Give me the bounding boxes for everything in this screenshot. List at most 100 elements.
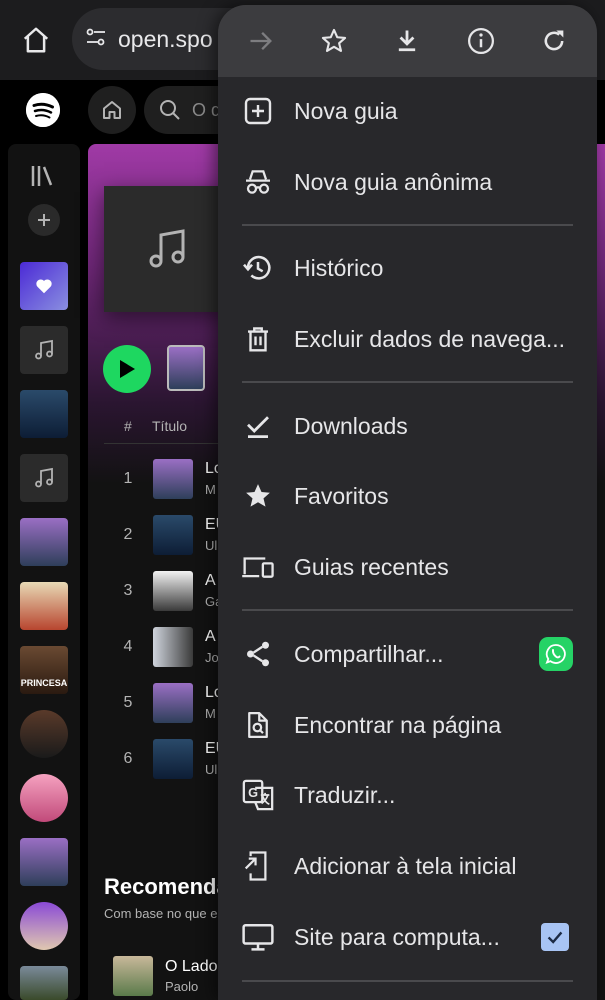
menu-divider [242,980,573,982]
desktop-icon [240,919,276,955]
menu-item-desktop-site[interactable]: Site para computa... [218,902,597,972]
home-icon[interactable] [18,22,54,58]
playlist-cover [104,186,230,312]
track-number: 5 [123,694,133,711]
recommended-subtitle: Com base no que e [104,906,218,921]
menu-item-label: Nova guia [294,97,398,124]
track-art [153,571,193,611]
menu-item-label: Site para computa... [294,923,500,950]
desktop-site-checkbox[interactable] [541,923,569,951]
menu-item-history[interactable]: Histórico [218,233,597,303]
track-art [153,739,193,779]
menu-item-incognito-tab[interactable]: Nova guia anônima [218,147,597,217]
track-number: 3 [123,582,133,599]
liked-songs-thumb[interactable] [20,262,68,310]
history-icon [240,250,276,286]
menu-item-clear-data[interactable]: Excluir dados de navega... [218,304,597,374]
playlist-thumb[interactable] [20,326,68,374]
menu-item-label: Histórico [294,254,384,281]
track-art [153,627,193,667]
album-thumb[interactable] [20,390,68,438]
album-thumb[interactable] [20,838,68,886]
playlist-thumb[interactable] [20,454,68,502]
menu-item-label: Favoritos [294,482,389,509]
menu-item-bookmarks[interactable]: Favoritos [218,461,597,531]
bookmark-star-icon[interactable] [310,17,358,65]
menu-item-label: Excluir dados de navega... [294,325,566,352]
track-art [153,515,193,555]
reload-icon[interactable] [530,17,578,65]
menu-item-share[interactable]: Compartilhar... [218,619,597,689]
plus-icon [38,214,50,226]
album-thumb[interactable] [20,582,68,630]
star-icon [240,478,276,514]
whatsapp-icon[interactable] [539,637,573,671]
album-thumb[interactable] [20,966,68,1000]
spotify-logo-icon[interactable] [26,93,60,127]
music-note-icon [35,339,53,360]
search-placeholder: O q [192,99,222,120]
track-row[interactable]: 1 Lo M [104,454,224,510]
track-art [153,459,193,499]
menu-item-downloads[interactable]: Downloads [218,391,597,461]
recommended-track-title[interactable]: O Lado [165,958,217,976]
artist-thumb[interactable] [20,710,68,758]
header-num: # [124,418,132,434]
track-title: A [205,628,216,645]
menu-item-add-to-home[interactable]: Adicionar à tela inicial [218,831,597,901]
incognito-icon [240,164,276,200]
artist-thumb[interactable] [20,774,68,822]
spotify-home-button[interactable] [88,86,136,134]
svg-text:G: G [248,785,258,800]
info-icon[interactable] [457,17,505,65]
recommended-track-art[interactable] [113,956,153,996]
heart-icon [36,279,52,294]
album-thumb[interactable]: PRINCESA [20,646,68,694]
share-icon [240,636,276,672]
track-row[interactable]: 3 A Ga [104,566,224,622]
add-home-icon [240,848,276,884]
album-thumb[interactable] [20,518,68,566]
header-title: Título [152,418,188,434]
menu-divider [242,609,573,611]
url-text: open.spo [118,25,213,52]
track-artist: Ul [205,538,218,553]
track-row[interactable]: 5 Lo M [104,678,224,734]
menu-item-recent-tabs[interactable]: Guias recentes [218,532,597,602]
track-row[interactable]: 4 A Jo [104,622,224,678]
menu-divider [242,224,573,226]
new-tab-icon [240,93,276,129]
menu-item-translate[interactable]: G Traduzir... [218,760,597,830]
track-number: 1 [123,470,133,487]
track-number: 6 [123,750,133,767]
track-artist: M [205,482,216,497]
track-number: 4 [123,638,133,655]
find-icon [240,707,276,743]
track-artist: Ul [205,762,218,777]
forward-arrow-icon[interactable] [237,17,285,65]
menu-divider [242,381,573,383]
track-row[interactable]: 6 EU Ul [104,734,227,790]
track-artist: M [205,706,216,721]
site-settings-icon[interactable] [84,25,108,54]
add-playlist-button[interactable] [28,204,60,236]
menu-item-find-in-page[interactable]: Encontrar na página [218,690,597,760]
menu-item-new-tab[interactable]: Nova guia [218,76,597,146]
browser-overflow-menu: Nova guia Nova guia anônima Histórico Ex… [218,5,597,1000]
track-title: A [205,572,216,589]
playlist-owner-avatar[interactable] [167,345,205,391]
translate-icon: G [240,777,276,813]
play-icon [120,360,135,378]
trash-icon [240,321,276,357]
download-icon[interactable] [383,17,431,65]
house-icon [103,101,121,119]
artist-thumb[interactable] [20,902,68,950]
track-row[interactable]: 2 EU Ul [104,510,227,566]
play-button[interactable] [103,345,151,393]
menu-action-row [218,5,597,77]
menu-item-label: Compartilhar... [294,640,444,667]
library-icon[interactable] [30,164,58,193]
music-note-icon [35,467,53,488]
music-note-icon [149,229,185,268]
menu-item-label: Downloads [294,412,408,439]
